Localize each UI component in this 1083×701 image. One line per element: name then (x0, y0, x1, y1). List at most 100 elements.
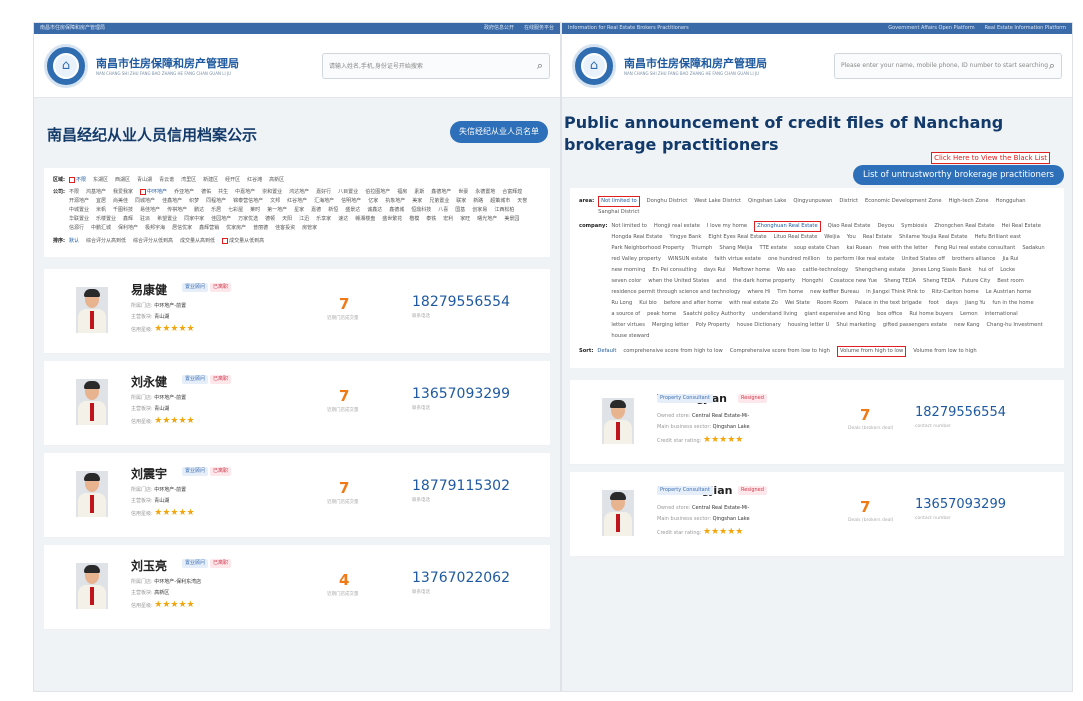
companie-option[interactable]: 极邦宇海 (145, 224, 165, 233)
companie-option[interactable]: 佳鑫地产 (162, 197, 182, 206)
companie-option[interactable]: 世豪 (458, 188, 468, 197)
companie-option[interactable]: 八喜 (438, 206, 448, 215)
area-option[interactable]: 新建区 (203, 176, 218, 185)
companie-option[interactable]: 恒鼎科技 (411, 206, 431, 215)
companie-option[interactable]: Lemon (960, 309, 978, 320)
companie-option[interactable]: Feng Rui real estate consultant (935, 243, 1016, 254)
companie-option[interactable]: peak home (647, 309, 676, 320)
companie-option[interactable]: 赣湘楼盘 (355, 215, 375, 224)
companie-option[interactable]: Room Room (817, 298, 848, 309)
companie-option[interactable]: 信源行 (69, 224, 84, 233)
companie-option[interactable]: 文邦 (270, 197, 280, 206)
companie-option[interactable]: 德顿 (265, 215, 275, 224)
sort-option[interactable]: 默认 (69, 237, 79, 246)
companie-option[interactable]: Hongji real estate (654, 221, 700, 232)
companie-option[interactable]: days (946, 298, 958, 309)
companie-option[interactable]: Sadakun (1022, 243, 1044, 254)
companie-option[interactable]: 鸿达地产 (289, 188, 309, 197)
companie-option[interactable]: 红谷地产 (287, 197, 307, 206)
companie-option[interactable]: seven color (611, 276, 641, 287)
companie-option[interactable]: Triumph (691, 243, 712, 254)
companie-option[interactable]: a source of (611, 309, 640, 320)
companie-option[interactable]: 天阳 (282, 215, 292, 224)
companie-option[interactable]: new morning (611, 265, 645, 276)
companie-option[interactable]: 千图科技 (113, 206, 133, 215)
companie-option[interactable]: 新路 (473, 197, 483, 206)
companie-option[interactable]: Park Neighborhood Property (611, 243, 684, 254)
companie-option[interactable]: Weijia (824, 232, 840, 243)
companie-option[interactable]: hui of (979, 265, 994, 276)
companie-option[interactable]: fun in the home (992, 298, 1033, 309)
companie-option[interactable]: 鑫辉营销 (199, 224, 219, 233)
broker-card[interactable]: 刘玉亮 置业顾问 已离职 所属门店: 中环地产-保利东湾店 主营板块: 高新区 信用星级:… (44, 545, 550, 630)
companie-option[interactable]: Sheng TEDA (923, 276, 955, 287)
area-option[interactable]: Hongguhan (996, 196, 1026, 207)
companie-option[interactable]: Meftowr home (733, 265, 770, 276)
area-option[interactable]: Sanghai District (598, 207, 639, 218)
companie-option[interactable]: 米帆 (96, 206, 106, 215)
companie-option[interactable]: 执象地产 (385, 197, 405, 206)
broker-card[interactable]: Liu YongjianProperty ConsultantResignedO… (570, 472, 1064, 557)
companie-option[interactable]: when the United States (648, 276, 709, 287)
companie-option[interactable]: 星家 (294, 206, 304, 215)
companie-option[interactable]: 华联置业 (69, 215, 89, 224)
area-option[interactable]: 湾里区 (181, 176, 196, 185)
companie-option[interactable]: Wei State (785, 298, 810, 309)
companie-option[interactable]: days Rui (704, 265, 726, 276)
companie-option[interactable]: 崇和置业 (262, 188, 282, 197)
companie-option[interactable]: 新恒 (328, 206, 338, 215)
companie-option[interactable]: Qiao Real Estate (828, 221, 871, 232)
companie-option[interactable]: 福房 (397, 188, 407, 197)
companie-option[interactable]: 共生 (218, 188, 228, 197)
area-option[interactable]: High-tech Zone (949, 196, 989, 207)
broker-card[interactable]: 刘震宇 置业顾问 已离职 所属门店: 中环地产-前置 主营板块: 青山湖 信用星级: ★★… (44, 453, 550, 538)
companie-option[interactable]: 美家 (412, 197, 422, 206)
sort-option[interactable]: Default (597, 346, 616, 357)
top-link-service[interactable]: 在线服务平台 (524, 25, 554, 31)
companie-option[interactable]: 合富辉煌 (502, 188, 522, 197)
companie-option[interactable]: Hongda Real Estate (611, 232, 662, 243)
companie-option[interactable]: Sheng TEDA (884, 276, 916, 287)
companie-option[interactable]: Hefu Brilliant east (974, 232, 1021, 243)
companie-option[interactable]: Le Austrian home (986, 287, 1032, 298)
companie-option[interactable]: 德佑 (201, 188, 211, 197)
companie-option[interactable]: 鹏达 (194, 206, 204, 215)
companie-option[interactable]: new Kang (954, 320, 979, 331)
companie-option[interactable]: Kui bio (639, 298, 656, 309)
companie-option[interactable]: to perform like real estate (827, 254, 895, 265)
companie-option[interactable]: letter virtues (611, 320, 645, 331)
companie-option[interactable]: Shui marketing (836, 320, 875, 331)
companie-option[interactable]: 易佳地产 (140, 206, 160, 215)
companie-option[interactable]: and (716, 276, 726, 287)
broker-name[interactable]: 刘永健 (131, 373, 167, 390)
companie-option[interactable]: TTE estate (760, 243, 788, 254)
companie-option[interactable]: 国基 (455, 206, 465, 215)
broker-name[interactable]: 刘玉亮 (131, 557, 167, 574)
broker-card[interactable]: 易康健 置业顾问 已离职 所属门店: 中环地产-前置 主营板块: 青山湖 信用星级: ★★… (44, 269, 550, 354)
companie-option[interactable]: 中环地产 (140, 188, 167, 197)
companie-option[interactable]: 美景园 (504, 215, 519, 224)
companie-option[interactable]: You (847, 232, 856, 243)
companie-option[interactable]: one hundred million (768, 254, 820, 265)
companie-option[interactable]: Ru Long (611, 298, 632, 309)
blacklist-button[interactable]: List of untrustworthy brokerage practiti… (853, 165, 1064, 185)
companie-option[interactable]: in Jiangxi Think Pink to (866, 287, 925, 298)
companie-option[interactable]: housing letter U (788, 320, 830, 331)
companie-option[interactable]: WINSUN estate (668, 254, 708, 265)
companie-option[interactable]: 普丽德 (253, 224, 268, 233)
companie-option[interactable]: foot (929, 298, 939, 309)
companie-option[interactable]: Shengcheng estate (855, 265, 905, 276)
companie-option[interactable]: 同家中家 (184, 215, 204, 224)
companie-option[interactable]: 宜居 (96, 197, 106, 206)
companie-option[interactable]: 中鹏汇城 (91, 224, 111, 233)
companie-option[interactable]: 嘉好行 (316, 188, 331, 197)
companie-option[interactable]: 同程地产 (206, 197, 226, 206)
companie-option[interactable]: Deyou (877, 221, 894, 232)
companie-option[interactable]: 锦泰营信地产 (233, 197, 263, 206)
search-input[interactable]: 请输入姓名,手机,身份证号开始搜索 ⌕ (322, 52, 550, 79)
companie-option[interactable]: Saatchi policy Authority (683, 309, 745, 320)
companie-option[interactable]: 信明地产 (341, 197, 361, 206)
companie-option[interactable]: 江西松柏 (494, 206, 514, 215)
area-option[interactable]: 不限 (69, 176, 86, 185)
companie-option[interactable]: Jiang Yu (965, 298, 985, 309)
